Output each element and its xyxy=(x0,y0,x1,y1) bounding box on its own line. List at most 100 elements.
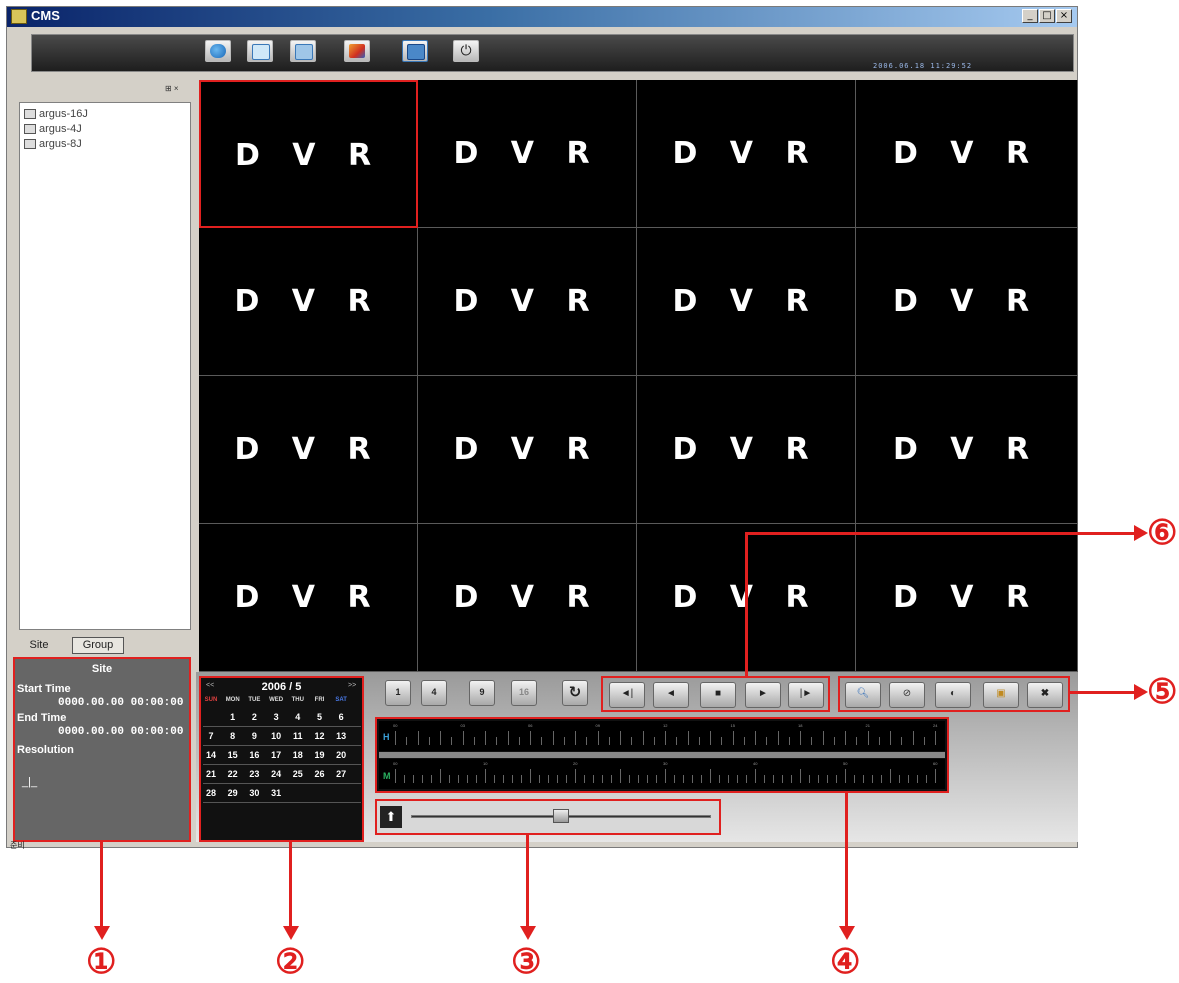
calendar-day[interactable]: 20 xyxy=(331,750,351,760)
calendar-day[interactable]: 5 xyxy=(310,712,330,722)
calendar-day[interactable]: 7 xyxy=(201,731,221,741)
pane-close-icon[interactable]: ⊞ × xyxy=(165,84,179,93)
play-button[interactable]: ► xyxy=(745,682,781,708)
minute-tick-label: 30 xyxy=(663,761,668,766)
hour-tick xyxy=(822,731,824,745)
video-cell[interactable]: D V R xyxy=(637,80,856,228)
maximize-button[interactable]: □ xyxy=(1039,9,1055,23)
tab-group[interactable]: Group xyxy=(72,637,124,654)
power-button[interactable]: ⏻ xyxy=(453,40,479,62)
step-back-button[interactable]: ◄| xyxy=(609,682,645,708)
calendar-day[interactable]: 19 xyxy=(310,750,330,760)
tree-item[interactable]: argus-4J xyxy=(24,123,82,135)
up-arrow-icon[interactable]: ⬆ xyxy=(380,806,402,828)
tree-item[interactable]: argus-16J xyxy=(24,108,88,120)
video-cell[interactable]: D V R xyxy=(637,228,856,376)
calendar-day[interactable]: 18 xyxy=(288,750,308,760)
calendar-weekday: MON xyxy=(225,697,240,703)
calendar-day[interactable]: 26 xyxy=(310,769,330,779)
stop-button[interactable]: ■ xyxy=(700,682,736,708)
hour-tick xyxy=(788,737,790,745)
video-cell[interactable]: D V R xyxy=(856,228,1078,376)
video-cell[interactable]: D V R xyxy=(856,524,1078,672)
setup-button[interactable] xyxy=(344,40,370,62)
calendar-day[interactable]: 25 xyxy=(288,769,308,779)
split-1-button[interactable]: 1 xyxy=(385,680,411,706)
close-tool-button[interactable]: ✖ xyxy=(1027,682,1063,708)
search-button[interactable] xyxy=(290,40,316,62)
calendar-day[interactable]: 8 xyxy=(223,731,243,741)
calendar-day[interactable]: 3 xyxy=(266,712,286,722)
calendar-day[interactable]: 6 xyxy=(331,712,351,722)
calendar-day[interactable]: 31 xyxy=(266,788,286,798)
calendar-day[interactable]: 12 xyxy=(310,731,330,741)
hour-tick xyxy=(676,737,678,745)
minimize-button[interactable]: _ xyxy=(1022,9,1038,23)
video-cell[interactable]: D V R xyxy=(418,524,637,672)
audio-button[interactable]: ◐ xyxy=(935,682,971,708)
calendar-day[interactable]: 16 xyxy=(244,750,264,760)
video-cell[interactable]: D V R xyxy=(418,376,637,524)
calendar-weekday: WED xyxy=(269,697,284,703)
calendar-day[interactable]: 10 xyxy=(266,731,286,741)
video-cell[interactable]: D V R xyxy=(418,80,637,228)
calendar-day[interactable]: 22 xyxy=(223,769,243,779)
calendar-day[interactable]: 23 xyxy=(244,769,264,779)
video-cell[interactable]: D V R xyxy=(856,80,1078,228)
dvr-label: D V R xyxy=(453,136,601,171)
callout-1-arrowhead xyxy=(94,926,110,940)
backup-button[interactable] xyxy=(402,40,428,62)
slider-thumb[interactable] xyxy=(553,809,569,823)
video-cell[interactable]: D V R xyxy=(856,376,1078,524)
save-button[interactable]: ▣ xyxy=(983,682,1019,708)
calendar-day[interactable]: 29 xyxy=(223,788,243,798)
callout-5-arrowhead xyxy=(1134,684,1148,700)
calendar-day[interactable]: 1 xyxy=(223,712,243,722)
calendar-day[interactable]: 11 xyxy=(288,731,308,741)
calendar-day[interactable]: 4 xyxy=(288,712,308,722)
tree-item[interactable]: argus-8J xyxy=(24,138,82,150)
calendar-day[interactable]: 27 xyxy=(331,769,351,779)
zoom-button[interactable]: 🔍︎ xyxy=(845,682,881,708)
minute-track[interactable] xyxy=(379,759,945,789)
video-cell[interactable]: D V R xyxy=(199,80,418,228)
video-cell[interactable]: D V R xyxy=(637,376,856,524)
title-bar[interactable] xyxy=(7,7,1077,27)
calendar-day[interactable]: 2 xyxy=(244,712,264,722)
live-view-button[interactable] xyxy=(205,40,231,62)
calendar-day[interactable]: 13 xyxy=(331,731,351,741)
step-forward-button[interactable]: |► xyxy=(788,682,824,708)
split-16-button[interactable]: 16 xyxy=(511,680,537,706)
refresh-button[interactable]: ↻ xyxy=(562,680,588,706)
minute-tick xyxy=(683,775,684,783)
calendar-day[interactable]: 17 xyxy=(266,750,286,760)
video-cell[interactable]: D V R xyxy=(418,228,637,376)
minute-tick xyxy=(395,769,396,783)
calendar-day[interactable]: 28 xyxy=(201,788,221,798)
callout-2-arrow xyxy=(289,842,292,928)
site-tree: argus-16J argus-4J argus-8J xyxy=(19,102,191,630)
playback-button[interactable] xyxy=(247,40,273,62)
minute-tick xyxy=(539,775,540,783)
callout-4-arrowhead xyxy=(839,926,855,940)
calendar-day[interactable]: 14 xyxy=(201,750,221,760)
snapshot-button[interactable]: ⊘ xyxy=(889,682,925,708)
minute-tick xyxy=(494,775,495,783)
video-cell[interactable]: D V R xyxy=(199,228,418,376)
minute-tick xyxy=(854,775,855,783)
video-cell[interactable]: D V R xyxy=(199,524,418,672)
close-window-button[interactable]: × xyxy=(1056,9,1072,23)
hour-tick xyxy=(856,737,858,745)
reverse-play-button[interactable]: ◄ xyxy=(653,682,689,708)
split-9-button[interactable]: 9 xyxy=(469,680,495,706)
calendar-day[interactable]: 21 xyxy=(201,769,221,779)
calendar-day[interactable]: 15 xyxy=(223,750,243,760)
calendar-day[interactable]: 30 xyxy=(244,788,264,798)
split-4-button[interactable]: 4 xyxy=(421,680,447,706)
calendar-next-button[interactable]: >> xyxy=(348,682,356,689)
minute-tick xyxy=(737,775,738,783)
tab-site[interactable]: Site xyxy=(19,637,59,654)
calendar-day[interactable]: 9 xyxy=(244,731,264,741)
calendar-day[interactable]: 24 xyxy=(266,769,286,779)
video-cell[interactable]: D V R xyxy=(199,376,418,524)
